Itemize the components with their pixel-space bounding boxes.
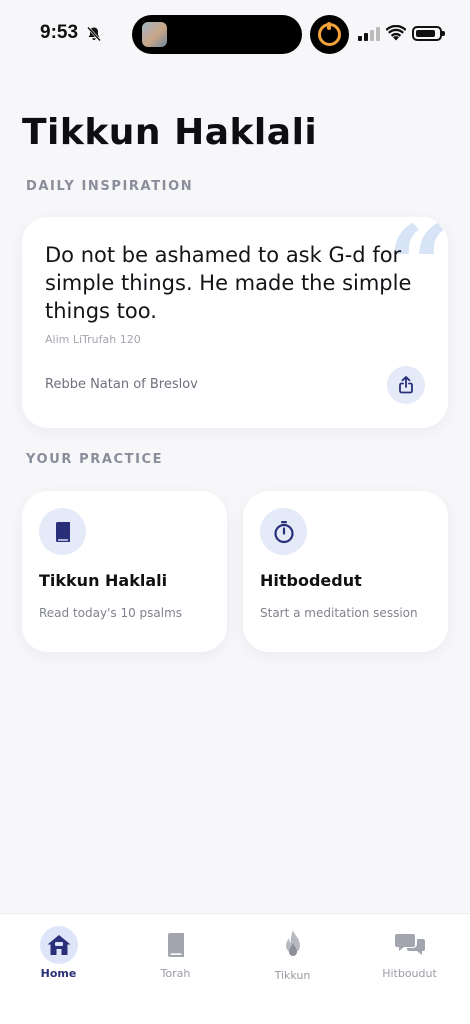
flame-icon (274, 926, 312, 964)
quote-source: Alim LiTrufah 120 (45, 333, 141, 346)
practice-card-hitbodedut[interactable]: Hitbodedut Start a meditation session (243, 491, 448, 652)
tab-label: Home (40, 967, 77, 980)
island-avatar (142, 22, 167, 47)
practice-card-subtitle: Start a meditation session (260, 606, 418, 620)
status-time: 9:53 (40, 22, 79, 43)
bottom-tab-bar: Home Torah Tikkun Hitboudut (0, 913, 470, 1024)
practice-card-title: Tikkun Haklali (39, 571, 168, 590)
page-title: Tikkun Haklali (22, 112, 318, 153)
share-icon (399, 376, 413, 394)
daily-inspiration-label: DAILY INSPIRATION (26, 179, 194, 194)
status-bar: 9:53 (0, 0, 470, 70)
timer-activity-icon (310, 15, 349, 54)
tab-hitboudut[interactable]: Hitboudut (351, 914, 468, 1004)
chat-bubbles-icon (391, 926, 429, 964)
practice-card-subtitle: Read today's 10 psalms (39, 606, 183, 620)
wifi-icon (386, 25, 406, 41)
tab-torah[interactable]: Torah (117, 914, 234, 1004)
dynamic-island (132, 15, 302, 54)
book-icon (39, 508, 86, 555)
battery-icon (412, 26, 445, 41)
tab-label: Torah (160, 967, 191, 980)
book-icon (157, 926, 195, 964)
your-practice-label: YOUR PRACTICE (26, 452, 164, 467)
bell-slash-icon (87, 26, 101, 42)
practice-card-tikkun-haklali[interactable]: Tikkun Haklali Read today's 10 psalms (22, 491, 227, 652)
daily-quote-card: “ Do not be ashamed to ask G-d for simpl… (22, 217, 448, 428)
tab-label: Tikkun (274, 969, 311, 982)
practice-card-title: Hitbodedut (260, 571, 362, 590)
quote-text: Do not be ashamed to ask G-d for simple … (45, 243, 412, 323)
tab-tikkun[interactable]: Tikkun (234, 914, 351, 1004)
stopwatch-icon (260, 508, 307, 555)
home-icon (39, 926, 78, 964)
tab-label: Hitboudut (382, 967, 437, 980)
tab-home[interactable]: Home (0, 914, 117, 1004)
quote-author: Rebbe Natan of Breslov (45, 377, 198, 392)
share-quote-button[interactable] (387, 366, 425, 404)
cellular-signal-icon (358, 27, 380, 41)
